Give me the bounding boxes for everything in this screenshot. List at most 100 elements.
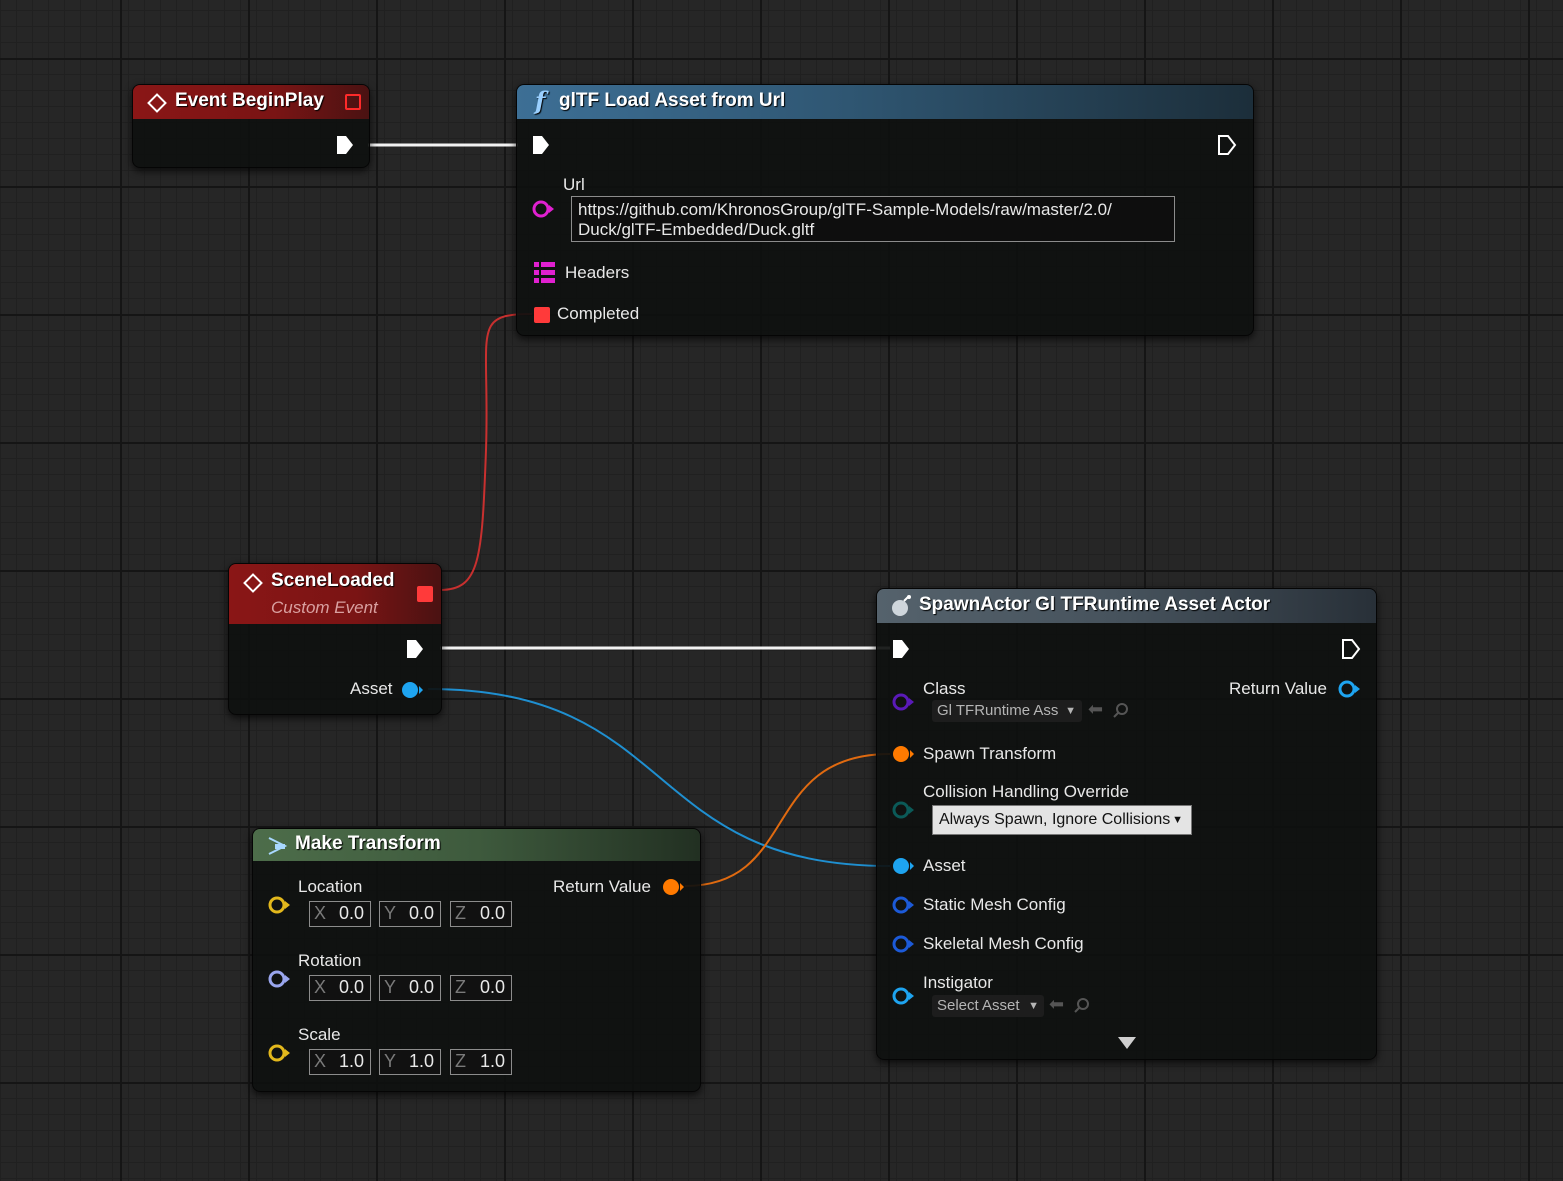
exec-out-pin-icon[interactable] <box>335 134 355 156</box>
location-pin-label: Location <box>298 877 363 896</box>
scale-x-field[interactable]: X 1.0 <box>309 1049 371 1075</box>
axis-z-label: Z <box>455 977 466 997</box>
browse-magnifier-icon[interactable] <box>1112 702 1130 720</box>
event-beginplay-node[interactable]: Event BeginPlay <box>132 84 370 168</box>
return-value-pin-label: Return Value <box>1229 679 1327 698</box>
scale-z-field[interactable]: Z 1.0 <box>450 1049 512 1075</box>
struct-pin-icon[interactable] <box>891 895 915 915</box>
object-out-pin-icon[interactable] <box>1337 679 1361 699</box>
delegate-pin-icon[interactable] <box>417 586 433 602</box>
location-x-field[interactable]: X 0.0 <box>309 901 371 927</box>
exec-out-pin-icon[interactable] <box>405 638 425 660</box>
location-z-field[interactable]: Z 0.0 <box>450 901 512 927</box>
url-input-line1: https://github.com/KhronosGroup/glTF-Sam… <box>578 200 1112 219</box>
rotation-z-field[interactable]: Z 0.0 <box>450 975 512 1001</box>
use-selected-arrow-icon[interactable]: ⬅ <box>1088 699 1103 720</box>
url-pin-label: Url <box>563 175 585 194</box>
struct-pin-icon[interactable] <box>891 934 915 954</box>
spawnactor-node[interactable]: SpawnActor Gl TFRuntime Asset Actor Clas… <box>876 588 1377 1060</box>
axis-x-label: X <box>314 977 327 997</box>
axis-y-label: Y <box>384 977 397 997</box>
expand-advanced-chevron-icon[interactable] <box>1117 1036 1137 1050</box>
url-input[interactable]: https://github.com/KhronosGroup/glTF-Sam… <box>571 196 1175 242</box>
make-transform-node[interactable]: Make Transform Return Value Location X 0.… <box>252 828 701 1092</box>
exec-out-pin-icon[interactable] <box>1341 638 1361 660</box>
headers-pin-label: Headers <box>565 263 630 282</box>
axis-x-label: X <box>314 1051 327 1071</box>
delegate-wire-completed-to-sceneloaded[interactable] <box>439 313 533 591</box>
location-x-value: 0.0 <box>338 903 364 923</box>
rotation-x-field[interactable]: X 0.0 <box>309 975 371 1001</box>
node-title: SceneLoaded <box>271 570 395 591</box>
node-header[interactable]: SceneLoaded Custom Event <box>229 564 441 624</box>
node-header[interactable]: Event BeginPlay <box>133 85 369 119</box>
sceneloaded-event-node[interactable]: SceneLoaded Custom Event Asset <box>228 563 442 715</box>
exec-in-pin-icon[interactable] <box>531 134 551 156</box>
function-icon: f <box>535 86 546 115</box>
rotator-pin-icon[interactable] <box>267 969 291 989</box>
chevron-down-icon: ▼ <box>1028 1000 1039 1012</box>
vector-pin-icon[interactable] <box>267 1043 291 1063</box>
scale-pin-label: Scale <box>298 1025 341 1044</box>
browse-magnifier-icon[interactable] <box>1073 997 1091 1015</box>
class-pin-icon[interactable] <box>891 692 915 712</box>
node-subtitle: Custom Event <box>271 598 378 617</box>
struct-pin-icon[interactable] <box>891 744 915 764</box>
string-pin-icon[interactable] <box>531 199 555 219</box>
rotation-y-value: 0.0 <box>408 977 434 997</box>
rotation-pin-label: Rotation <box>298 951 362 970</box>
use-selected-arrow-icon[interactable]: ⬅ <box>1049 994 1064 1015</box>
asset-pin-label: Asset <box>923 856 966 875</box>
chevron-down-icon: ▼ <box>1172 814 1183 826</box>
make-struct-icon <box>268 837 288 855</box>
instigator-dropdown[interactable]: Select Asset ▼ <box>932 995 1044 1017</box>
completed-pin-label: Completed <box>557 304 640 323</box>
node-header[interactable]: SpawnActor Gl TFRuntime Asset Actor <box>877 589 1376 623</box>
axis-y-label: Y <box>384 1051 397 1071</box>
scale-y-field[interactable]: Y 1.0 <box>379 1049 441 1075</box>
node-title: SpawnActor Gl TFRuntime Asset Actor <box>919 594 1271 615</box>
object-pin-icon[interactable] <box>891 856 915 876</box>
location-y-value: 0.0 <box>408 903 434 923</box>
location-z-value: 0.0 <box>479 903 505 923</box>
event-diamond-icon <box>147 93 167 113</box>
node-title: glTF Load Asset from Url <box>559 90 786 111</box>
scale-z-value: 1.0 <box>479 1051 505 1071</box>
axis-z-label: Z <box>455 903 466 923</box>
spawn-bomb-icon <box>892 595 911 616</box>
rotation-y-field[interactable]: Y 0.0 <box>379 975 441 1001</box>
skeletal-mesh-config-pin-label: Skeletal Mesh Config <box>923 934 1084 953</box>
struct-out-pin-icon[interactable] <box>661 877 685 897</box>
rotation-z-value: 0.0 <box>479 977 505 997</box>
instigator-dropdown-value: Select Asset <box>937 997 1020 1014</box>
map-pin-icon[interactable] <box>534 262 556 284</box>
scale-x-value: 1.0 <box>338 1051 364 1071</box>
struct-wire-transform-to-spawn[interactable] <box>684 753 891 887</box>
collision-pin-label: Collision Handling Override <box>923 782 1129 801</box>
enum-pin-icon[interactable] <box>891 800 915 820</box>
exec-in-pin-icon[interactable] <box>891 638 911 660</box>
node-header[interactable]: f glTF Load Asset from Url <box>517 85 1253 119</box>
collision-dropdown-value: Always Spawn, Ignore Collisions <box>939 811 1171 828</box>
exec-out-pin-icon[interactable] <box>1217 134 1237 156</box>
scale-y-value: 1.0 <box>408 1051 434 1071</box>
url-input-line2: Duck/glTF-Embedded/Duck.gltf <box>578 220 815 239</box>
instigator-pin-label: Instigator <box>923 973 993 992</box>
event-diamond-icon <box>243 573 263 593</box>
vector-pin-icon[interactable] <box>267 895 291 915</box>
class-pin-label: Class <box>923 679 966 698</box>
static-mesh-config-pin-label: Static Mesh Config <box>923 895 1066 914</box>
gltf-load-asset-node[interactable]: f glTF Load Asset from Url Url https://g… <box>516 84 1254 336</box>
delegate-pin-icon[interactable] <box>345 94 361 110</box>
object-pin-icon[interactable] <box>891 986 915 1006</box>
object-pin-icon[interactable] <box>400 680 424 700</box>
collision-dropdown[interactable]: Always Spawn, Ignore Collisions ▼ <box>932 805 1192 835</box>
location-y-field[interactable]: Y 0.0 <box>379 901 441 927</box>
node-title: Event BeginPlay <box>175 90 324 111</box>
node-header[interactable]: Make Transform <box>253 829 700 861</box>
axis-x-label: X <box>314 903 327 923</box>
rotation-x-value: 0.0 <box>338 977 364 997</box>
class-dropdown[interactable]: Gl TFRuntime Ass ▼ <box>932 700 1082 722</box>
delegate-pin-icon[interactable] <box>534 307 550 323</box>
axis-z-label: Z <box>455 1051 466 1071</box>
